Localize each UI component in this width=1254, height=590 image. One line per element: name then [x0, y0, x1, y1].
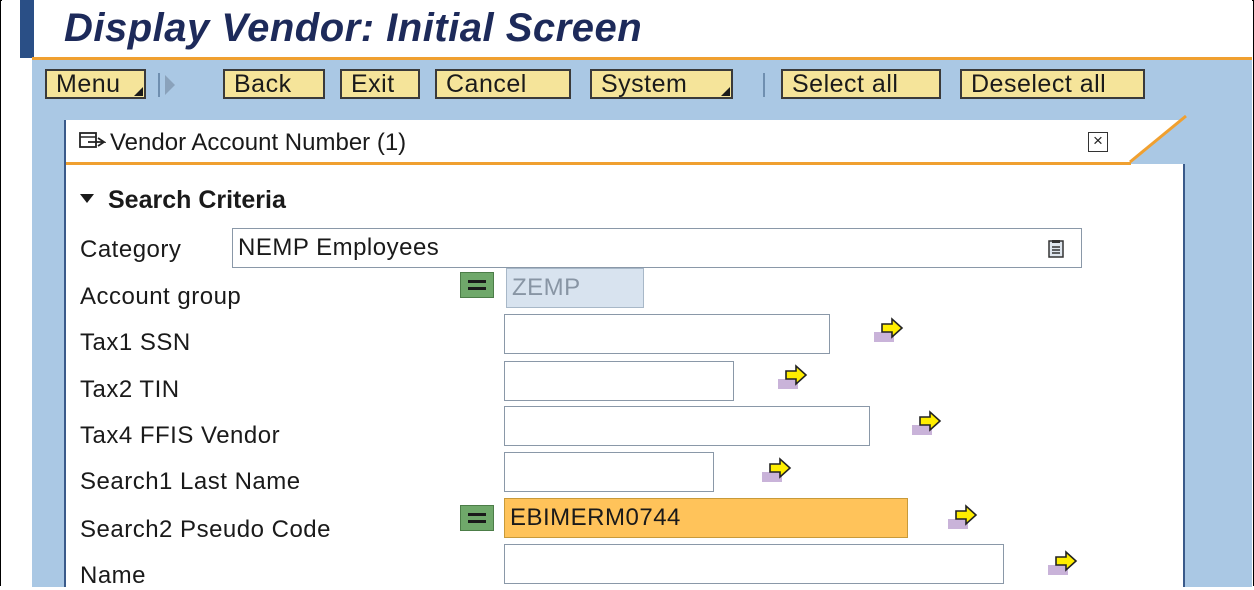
toolbar-separator [763, 73, 765, 97]
multiple-selection-arrow-icon[interactable] [1046, 549, 1082, 577]
dropdown-marker-icon [134, 87, 143, 96]
dialog-window-icon [79, 132, 106, 148]
tax2-tin-label: Tax2 TIN [80, 376, 180, 403]
exit-button[interactable]: Exit [340, 69, 420, 99]
deselect-all-button[interactable]: Deselect all [960, 69, 1145, 99]
equals-operator-icon[interactable] [460, 272, 494, 298]
system-button-label: System [601, 70, 688, 98]
account-group-label: Account group [80, 283, 242, 310]
search2-pseudo-code-label: Search2 Pseudo Code [80, 516, 331, 543]
title-accent-bar [20, 0, 34, 58]
equals-operator-icon[interactable] [460, 505, 494, 531]
system-button[interactable]: System [590, 69, 733, 99]
dropdown-list-icon[interactable] [1047, 239, 1065, 259]
toolbar: Menu Back Exit Cancel System Select all … [32, 60, 1252, 110]
tax4-ffis-vendor-field[interactable] [504, 406, 870, 446]
dialog-header-divider [66, 162, 1131, 165]
search-dialog-container: Vendor Account Number (1) × Search Crite… [50, 110, 1192, 589]
category-field[interactable]: NEMP Employees [232, 228, 1082, 268]
dialog-header: Vendor Account Number (1) × [66, 120, 1183, 162]
dialog-title: Vendor Account Number (1) [110, 129, 407, 156]
multiple-selection-arrow-icon[interactable] [910, 409, 946, 437]
tax4-ffis-vendor-label: Tax4 FFIS Vendor [80, 422, 281, 449]
menu-button-label: Menu [56, 70, 121, 98]
select-all-button[interactable]: Select all [781, 69, 941, 99]
page-title: Display Vendor: Initial Screen [64, 6, 643, 50]
cancel-button[interactable]: Cancel [435, 69, 571, 99]
right-frame-strip [1188, 110, 1252, 587]
multiple-selection-arrow-icon[interactable] [872, 316, 908, 344]
account-group-field: ZEMP [506, 268, 644, 308]
multiple-selection-arrow-icon[interactable] [776, 363, 812, 391]
name-field[interactable] [504, 544, 1004, 584]
multiple-selection-arrow-icon[interactable] [760, 456, 796, 484]
dialog-header-corner [1129, 114, 1192, 164]
tax1-ssn-field[interactable] [504, 314, 830, 354]
search2-pseudo-code-field[interactable]: EBIMERM0744 [504, 498, 908, 538]
category-value: NEMP Employees [238, 234, 440, 261]
tax1-ssn-label: Tax1 SSN [80, 329, 191, 356]
dropdown-marker-icon [721, 87, 730, 96]
search1-last-name-field[interactable] [504, 452, 714, 492]
menu-button[interactable]: Menu [45, 69, 146, 99]
search-criteria-section[interactable]: Search Criteria [80, 186, 286, 215]
left-frame-strip [32, 110, 50, 587]
search1-last-name-label: Search1 Last Name [80, 468, 301, 495]
multiple-selection-arrow-icon[interactable] [946, 503, 982, 531]
title-bar: Display Vendor: Initial Screen [2, 0, 1252, 58]
toolbar-separator [158, 73, 160, 97]
toolbar-expand-icon[interactable] [165, 75, 175, 95]
section-title: Search Criteria [108, 186, 286, 214]
search-dialog: Vendor Account Number (1) × Search Crite… [64, 114, 1192, 589]
name-label: Name [80, 562, 147, 589]
close-icon[interactable]: × [1088, 132, 1108, 152]
category-label: Category [80, 236, 182, 263]
collapse-triangle-icon[interactable] [80, 193, 94, 203]
back-button[interactable]: Back [223, 69, 325, 99]
tax2-tin-field[interactable] [504, 361, 734, 401]
